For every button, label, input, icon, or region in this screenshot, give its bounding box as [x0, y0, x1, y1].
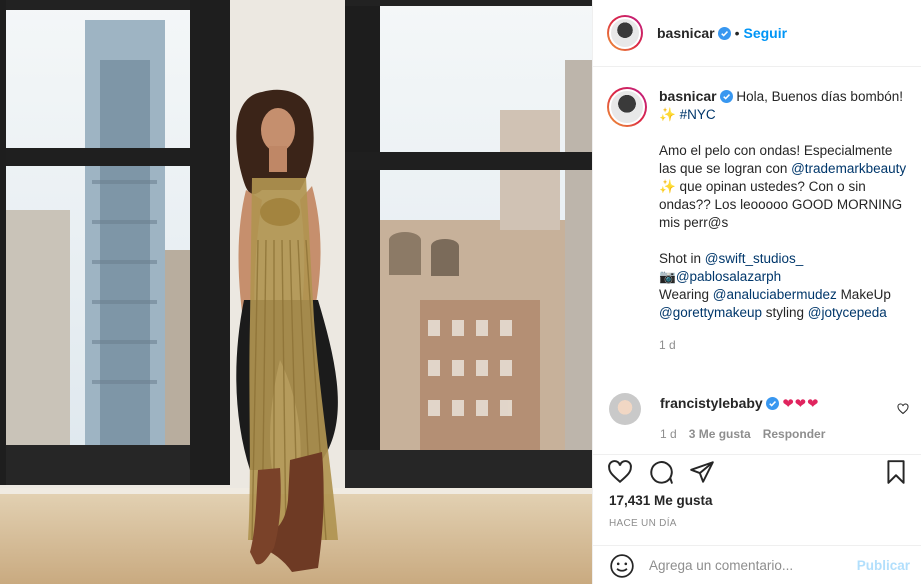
- wearing-label: Wearing: [659, 287, 713, 302]
- reply-button[interactable]: Responder: [763, 427, 826, 441]
- comment-body: francistylebaby ❤❤❤: [660, 394, 880, 413]
- camera-emoji: 📷: [659, 269, 676, 284]
- comment-likes[interactable]: 3 Me gusta: [689, 427, 751, 441]
- verified-badge-icon: [719, 90, 733, 103]
- mention-jotycepeda[interactable]: @jotycepeda: [808, 305, 887, 320]
- photo-illustration: [0, 0, 592, 584]
- post-caption: basnicar Hola, Buenos días bombón! ✨ #NY…: [607, 87, 909, 354]
- mention-pablosalazarph[interactable]: @pablosalazarph: [676, 269, 781, 284]
- publish-button[interactable]: Publicar: [857, 558, 910, 573]
- follow-button[interactable]: Seguir: [744, 25, 788, 41]
- caption-avatar[interactable]: [607, 87, 647, 127]
- author-avatar[interactable]: [607, 15, 643, 51]
- comment-text: ❤❤❤: [782, 396, 820, 411]
- comment-bubble-icon[interactable]: [648, 459, 674, 485]
- verified-badge-icon: [717, 27, 731, 40]
- comment-meta: 1 d 3 Me gusta Responder: [660, 427, 837, 441]
- styling-label: styling: [762, 305, 808, 320]
- author-line: basnicar • Seguir: [657, 25, 787, 41]
- caption-text: basnicar Hola, Buenos días bombón! ✨ #NY…: [659, 87, 909, 354]
- likes-count[interactable]: 17,431 Me gusta: [609, 493, 713, 508]
- verified-badge-icon: [765, 397, 779, 410]
- comment-input[interactable]: [649, 558, 849, 573]
- save-bookmark-icon[interactable]: [883, 459, 909, 485]
- separator-dot: •: [734, 25, 740, 41]
- mention-analuciabermudez[interactable]: @analuciabermudez: [713, 287, 837, 302]
- comments-list[interactable]: basnicar Hola, Buenos días bombón! ✨ #NY…: [593, 67, 921, 454]
- add-comment-bar: Publicar: [593, 545, 921, 584]
- shot-label: Shot in: [659, 251, 705, 266]
- mention-swift-studios[interactable]: @swift_studios_: [705, 251, 804, 266]
- mention-trademarkbeauty[interactable]: @trademarkbeauty: [791, 161, 906, 176]
- author-username[interactable]: basnicar: [657, 25, 715, 41]
- mention-gorettymakeup[interactable]: @gorettymakeup: [659, 305, 762, 320]
- instagram-post: basnicar • Seguir basnicar Hola, Buenos dí…: [0, 0, 921, 584]
- comment-age[interactable]: 1 d: [660, 427, 677, 441]
- commenter-username[interactable]: francistylebaby: [660, 395, 763, 411]
- post-actions: 17,431 Me gusta HACE UN DÍA Publicar: [593, 454, 921, 584]
- hashtag-link[interactable]: #NYC: [680, 107, 716, 122]
- share-paper-plane-icon[interactable]: [689, 459, 715, 485]
- comment-like-heart-icon[interactable]: [897, 403, 909, 415]
- post-header: basnicar • Seguir: [593, 0, 921, 67]
- post-photo[interactable]: [0, 0, 592, 584]
- emoji-smiley-icon[interactable]: [609, 553, 635, 579]
- commenter-avatar[interactable]: [609, 393, 641, 425]
- caption-paragraph-end: ✨ que opinan ustedes? Con o sin ondas?? …: [659, 179, 903, 230]
- caption-age[interactable]: 1 d: [659, 336, 909, 354]
- post-side-panel: basnicar • Seguir basnicar Hola, Buenos dí…: [592, 0, 921, 584]
- post-timestamp[interactable]: HACE UN DÍA: [609, 518, 677, 529]
- caption-username[interactable]: basnicar: [659, 88, 717, 104]
- like-heart-icon[interactable]: [607, 459, 633, 485]
- makeup-label: MakeUp: [836, 287, 891, 302]
